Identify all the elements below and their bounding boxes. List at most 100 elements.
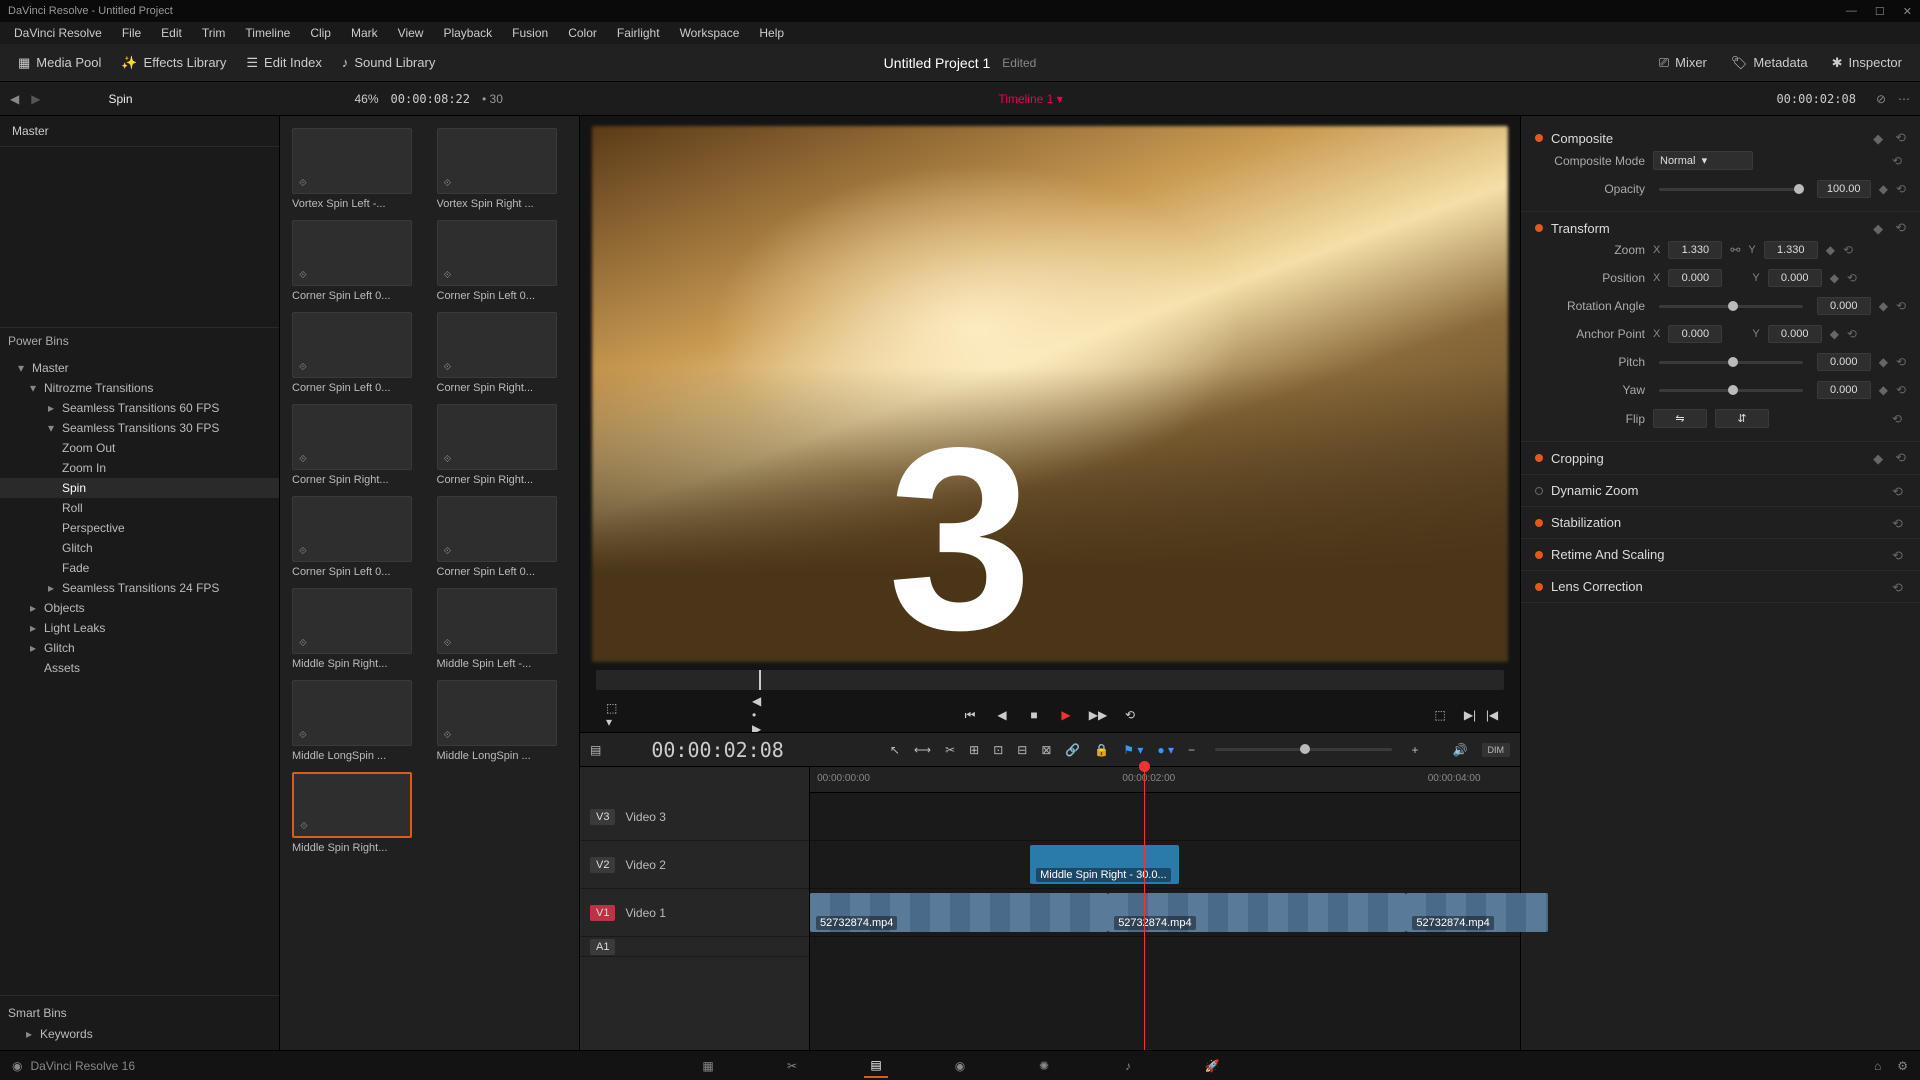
reset-icon[interactable]: ⟲ xyxy=(1895,220,1906,236)
keyframe-icon[interactable]: ◆ xyxy=(1879,355,1888,369)
sidebar-item[interactable]: ▾Nitrozme Transitions xyxy=(0,378,279,398)
clip-fx[interactable]: Middle Spin Right - 30.0... xyxy=(1030,845,1179,884)
reset-icon[interactable]: ⟲ xyxy=(1896,355,1906,369)
reset-icon[interactable]: ⟲ xyxy=(1892,154,1906,168)
playhead[interactable] xyxy=(1144,767,1145,1050)
media-thumb[interactable]: ⟐Corner Spin Left 0... xyxy=(437,220,568,302)
reset-icon[interactable]: ⟲ xyxy=(1892,516,1906,530)
sidebar-item[interactable]: Zoom Out xyxy=(0,438,279,458)
link-icon[interactable]: 🔗 xyxy=(1065,743,1080,757)
next-clip-icon[interactable]: ▶| xyxy=(1462,707,1478,723)
mixer-button[interactable]: ⎚ Mixer xyxy=(1649,51,1717,75)
smart-bin-keywords[interactable]: ▸ Keywords xyxy=(8,1024,271,1044)
track-header-v3[interactable]: V3 Video 3 xyxy=(580,793,809,841)
lens-section[interactable]: Lens Correction⟲ xyxy=(1535,579,1906,594)
sidebar-item[interactable]: Assets xyxy=(0,658,279,678)
composite-mode-select[interactable]: Normal ▾ xyxy=(1653,151,1753,170)
sidebar-item[interactable]: ▾Seamless Transitions 30 FPS xyxy=(0,418,279,438)
audio-icon[interactable]: 🔊 xyxy=(1453,743,1468,757)
lock-icon[interactable]: 🔒 xyxy=(1094,743,1109,757)
sidebar-item[interactable]: Roll xyxy=(0,498,279,518)
sidebar-item[interactable]: Zoom In xyxy=(0,458,279,478)
reset-icon[interactable]: ⟲ xyxy=(1895,130,1906,146)
menu-item[interactable]: Edit xyxy=(153,24,190,42)
next-frame-icon[interactable]: ▶▶ xyxy=(1090,707,1106,723)
smart-bins-header[interactable]: Smart Bins xyxy=(8,1002,271,1024)
inspector-button[interactable]: ✱ Inspector xyxy=(1822,51,1912,75)
keyframe-icon[interactable]: ◆ xyxy=(1879,299,1888,313)
reset-icon[interactable]: ⟲ xyxy=(1847,271,1857,285)
fusion-page-icon[interactable]: ◉ xyxy=(948,1054,972,1078)
keyframe-icon[interactable]: ◆ xyxy=(1873,131,1887,145)
keyframe-icon[interactable]: ◆ xyxy=(1879,182,1888,196)
anchor-y-value[interactable]: 0.000 xyxy=(1768,325,1822,343)
menu-item[interactable]: Mark xyxy=(343,24,386,42)
reset-icon[interactable]: ⟲ xyxy=(1892,548,1906,562)
menu-item[interactable]: Playback xyxy=(435,24,500,42)
zoom-in-icon[interactable]: + xyxy=(1412,743,1419,757)
clip-video[interactable]: 52732874.mp4 xyxy=(810,893,1108,932)
menu-item[interactable]: Color xyxy=(560,24,605,42)
reset-icon[interactable]: ⟲ xyxy=(1892,580,1906,594)
viewer-zoom[interactable]: 46% xyxy=(355,92,379,106)
timeline-view-icon[interactable]: ▤ xyxy=(590,743,601,757)
play-icon[interactable]: ▶ xyxy=(1058,707,1074,723)
stabilization-section[interactable]: Stabilization⟲ xyxy=(1535,515,1906,530)
close-icon[interactable]: ✕ xyxy=(1903,5,1912,18)
track-header-v2[interactable]: V2 Video 2 xyxy=(580,841,809,889)
reset-icon[interactable]: ⟲ xyxy=(1847,327,1857,341)
sidebar-item[interactable]: ▸Seamless Transitions 60 FPS xyxy=(0,398,279,418)
settings-icon[interactable]: ⚙ xyxy=(1897,1059,1908,1073)
menu-item[interactable]: Workspace xyxy=(672,24,748,42)
track-header-v1[interactable]: V1 Video 1 xyxy=(580,889,809,937)
stop-icon[interactable]: ■ xyxy=(1026,707,1042,723)
yaw-slider[interactable] xyxy=(1659,389,1803,392)
master-header[interactable]: Master xyxy=(0,116,279,147)
fit-to-fill-icon[interactable]: ⊠ xyxy=(1041,743,1051,757)
link-icon[interactable]: ⚯ xyxy=(1730,243,1740,257)
media-thumb[interactable]: ⟐Vortex Spin Left -... xyxy=(292,128,423,210)
reset-icon[interactable]: ⟲ xyxy=(1896,383,1906,397)
media-thumb[interactable]: ⟐Corner Spin Right... xyxy=(437,404,568,486)
timeline-name[interactable]: Timeline 1 ▾ xyxy=(998,92,1062,106)
metadata-button[interactable]: 🏷 Metadata xyxy=(1721,51,1818,75)
menu-item[interactable]: Fusion xyxy=(504,24,556,42)
media-pool-button[interactable]: ▦ Media Pool xyxy=(8,51,111,75)
pitch-value[interactable]: 0.000 xyxy=(1817,353,1871,371)
clip-video[interactable]: 52732874.mp4 xyxy=(1108,893,1406,932)
media-thumb[interactable]: ⟐Middle LongSpin ... xyxy=(437,680,568,762)
keyframe-icon[interactable]: ◆ xyxy=(1826,243,1835,257)
media-thumb[interactable]: ⟐Corner Spin Left 0... xyxy=(292,496,423,578)
media-thumb[interactable]: ⟐Corner Spin Left 0... xyxy=(292,312,423,394)
media-thumb[interactable]: ⟐Corner Spin Right... xyxy=(292,404,423,486)
reset-icon[interactable]: ⟲ xyxy=(1896,182,1906,196)
media-thumb[interactable]: ⟐Corner Spin Right... xyxy=(437,312,568,394)
reset-icon[interactable]: ⟲ xyxy=(1843,243,1853,257)
menu-item[interactable]: File xyxy=(114,24,149,42)
viewer-canvas[interactable] xyxy=(592,126,1508,662)
reset-icon[interactable]: ⟲ xyxy=(1895,450,1906,466)
selection-tool-icon[interactable]: ↖ xyxy=(890,743,900,757)
zoom-slider[interactable] xyxy=(1215,748,1392,751)
prev-edit-icon[interactable]: ◀ • ▶ xyxy=(752,707,768,723)
replace-icon[interactable]: ⊟ xyxy=(1017,743,1027,757)
keyframe-icon[interactable]: ◆ xyxy=(1879,383,1888,397)
timeline-ruler[interactable]: 00:00:00:00 00:00:02:00 00:00:04:00 xyxy=(810,767,1520,793)
sidebar-item[interactable]: Glitch xyxy=(0,538,279,558)
sidebar-item[interactable]: Fade xyxy=(0,558,279,578)
media-thumb[interactable]: ⟐Middle Spin Left -... xyxy=(437,588,568,670)
flip-v-button[interactable]: ⇵ xyxy=(1715,409,1769,428)
media-thumb[interactable]: ⟐Middle Spin Right... xyxy=(292,772,423,854)
menu-item[interactable]: Help xyxy=(751,24,792,42)
media-thumb[interactable]: ⟐Vortex Spin Right ... xyxy=(437,128,568,210)
bypass-icon[interactable]: ⊘ xyxy=(1876,92,1886,106)
zoom-x-value[interactable]: 1.330 xyxy=(1668,241,1722,259)
prev-frame-icon[interactable]: ◀ xyxy=(994,707,1010,723)
pos-y-value[interactable]: 0.000 xyxy=(1768,269,1822,287)
pos-x-value[interactable]: 0.000 xyxy=(1668,269,1722,287)
lane-v1[interactable]: 52732874.mp4 52732874.mp4 52732874.mp4 xyxy=(810,889,1520,937)
reset-icon[interactable]: ⟲ xyxy=(1892,412,1906,426)
sound-library-button[interactable]: ♪ Sound Library xyxy=(332,51,445,74)
media-thumb[interactable]: ⟐Middle Spin Right... xyxy=(292,588,423,670)
edit-index-button[interactable]: ☰ Edit Index xyxy=(236,51,331,75)
